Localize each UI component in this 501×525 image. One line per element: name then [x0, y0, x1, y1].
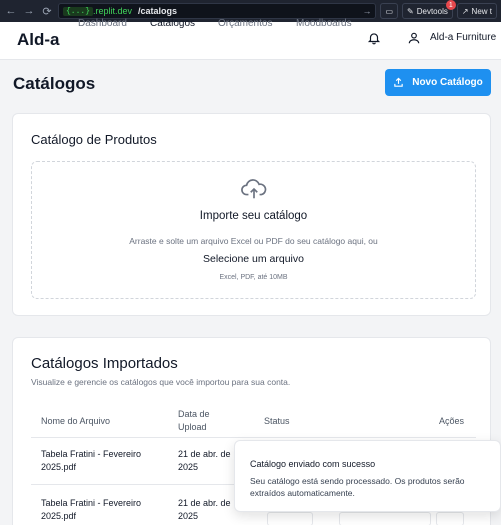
- action-button[interactable]: [339, 512, 431, 525]
- new-catalog-label: Novo Catálogo: [412, 77, 483, 88]
- devtools-label: Devtools: [416, 6, 448, 16]
- upload-icon: [394, 77, 403, 87]
- table-divider: [31, 437, 476, 438]
- cloud-upload-icon: [241, 179, 267, 199]
- column-header-date-line2: Upload: [178, 422, 207, 432]
- wrench-icon: ✎: [407, 6, 414, 16]
- back-icon[interactable]: ←: [4, 4, 18, 18]
- table-row-name: Tabela Fratini - Fevereiro 2025.pdf: [41, 497, 141, 523]
- new-tab-button[interactable]: ↗ New t: [456, 3, 497, 19]
- file-name-line2: 2025.pdf: [41, 462, 77, 472]
- nav-dashboard[interactable]: Dashboard: [78, 18, 138, 29]
- url-path: /catalogs: [138, 6, 178, 16]
- bell-icon[interactable]: [367, 31, 381, 45]
- user-icon[interactable]: [407, 31, 421, 45]
- table-row-date: 21 de abr. de 2025: [178, 448, 231, 474]
- file-name-line1: Tabela Fratini - Fevereiro: [41, 449, 142, 459]
- imported-card-title: Catálogos Importados: [31, 355, 178, 372]
- dropzone-subtext: Arraste e solte um arquivo Excel ou PDF …: [129, 236, 378, 246]
- table-row-name: Tabela Fratini - Fevereiro 2025.pdf: [41, 448, 141, 474]
- toast-body: Seu catálogo está sendo processado. Os p…: [250, 476, 465, 498]
- column-header-status[interactable]: Status: [264, 416, 290, 426]
- page-title: Catálogos: [13, 74, 96, 93]
- date-line1: 21 de abr. de: [178, 449, 231, 459]
- column-header-actions: Ações: [439, 416, 465, 426]
- status-badge: [267, 512, 313, 525]
- logo[interactable]: Ald-a: [17, 30, 60, 50]
- success-toast: Catálogo enviado com sucesso Seu catálog…: [234, 440, 501, 512]
- column-header-name[interactable]: Nome do Arquivo: [41, 416, 110, 426]
- url-chip: {...}: [63, 6, 94, 16]
- url-host: .replit.dev: [93, 6, 133, 16]
- upload-card: Catálogo de Produtos Importe seu catálog…: [12, 113, 491, 316]
- column-header-date-line1: Data de: [178, 409, 210, 419]
- new-catalog-button[interactable]: Novo Catálogo: [385, 69, 491, 96]
- screen-icon[interactable]: ▭: [380, 3, 399, 19]
- toast-title: Catálogo enviado com sucesso: [250, 459, 376, 469]
- file-name-line1: Tabela Fratini - Fevereiro: [41, 498, 142, 508]
- go-icon[interactable]: →: [362, 6, 371, 16]
- new-tab-label: New t: [471, 6, 492, 16]
- app-header: Ald-a Dashboard Catálogos Orçamentos Moo…: [0, 18, 501, 60]
- plus-icon: ↗: [461, 6, 469, 16]
- nav-orcamentos[interactable]: Orçamentos: [218, 18, 278, 29]
- devtools-badge: 1: [445, 0, 456, 10]
- forward-icon[interactable]: →: [22, 4, 36, 18]
- imported-card-description: Visualize e gerencie os catálogos que vo…: [31, 377, 291, 387]
- select-file-link[interactable]: Selecione um arquivo: [32, 253, 475, 265]
- date-line1: 21 de abr. de: [178, 498, 231, 508]
- date-line2: 2025: [178, 462, 199, 472]
- column-header-date[interactable]: Data de Upload: [178, 408, 210, 434]
- devtools-button[interactable]: ✎ Devtools 1: [402, 0, 456, 19]
- dropzone-hint: Excel, PDF, até 10MB: [219, 274, 288, 281]
- action-button[interactable]: [436, 512, 464, 525]
- user-name[interactable]: Ald-a Furniture: [430, 32, 496, 43]
- dropzone-heading: Importe seu catálogo: [199, 210, 308, 222]
- nav-catalogos[interactable]: Catálogos: [150, 18, 210, 29]
- date-line2: 2025: [178, 511, 199, 521]
- file-name-line2: 2025.pdf: [41, 511, 77, 521]
- upload-card-title: Catálogo de Produtos: [31, 132, 157, 147]
- file-dropzone[interactable]: Importe seu catálogo Arraste e solte um …: [31, 161, 476, 299]
- table-row-date: 21 de abr. de 2025: [178, 497, 231, 523]
- reload-icon[interactable]: ⟳: [40, 4, 54, 18]
- address-bar[interactable]: {...} .replit.dev /catalogs →: [58, 3, 377, 19]
- nav-moodboards[interactable]: Moodboards: [296, 18, 366, 29]
